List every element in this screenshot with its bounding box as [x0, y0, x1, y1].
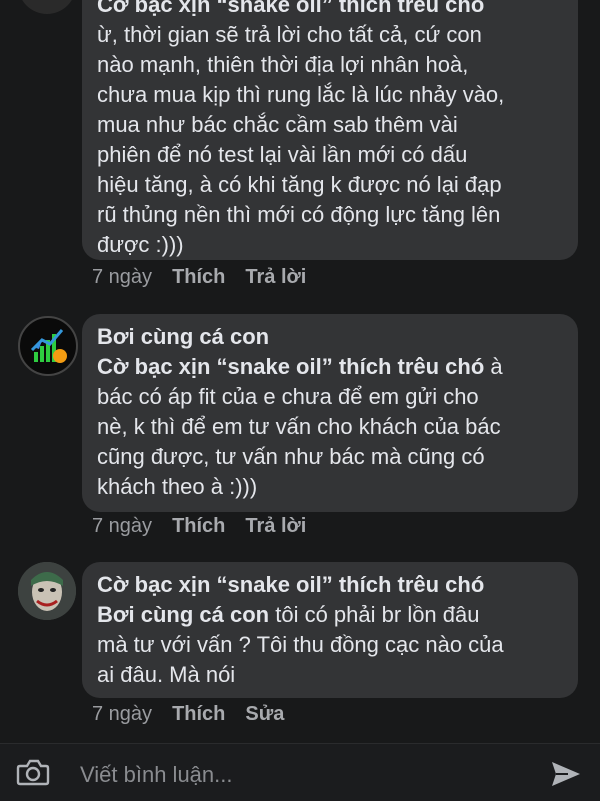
- comment-input[interactable]: Viết bình luận...: [80, 762, 233, 788]
- reply-button[interactable]: Trả lời: [245, 515, 306, 538]
- like-button[interactable]: Thích: [172, 266, 225, 289]
- comment-author[interactable]: Bơi cùng cá con: [97, 322, 564, 352]
- comment-meta-2: 7 ngày Thích Trả lời: [92, 515, 306, 538]
- comment-meta-1: 7 ngày Thích Trả lời: [92, 266, 306, 289]
- comment-composer: Viết bình luận...: [0, 743, 600, 801]
- comment-time: 7 ngày: [92, 703, 153, 725]
- comment-author[interactable]: Cờ bạc xịn “snake oil” thích trêu chó: [97, 570, 564, 600]
- joker-face-icon: [18, 562, 76, 620]
- like-button[interactable]: Thích: [172, 515, 225, 538]
- reply-button[interactable]: Trả lời: [245, 266, 306, 289]
- mention-link[interactable]: Cờ bạc xịn “snake oil” thích trêu chó: [97, 354, 484, 379]
- avatar-comment-2[interactable]: [18, 316, 78, 376]
- like-button[interactable]: Thích: [172, 703, 225, 726]
- comment-time: 7 ngày: [92, 266, 153, 288]
- edit-button[interactable]: Sửa: [245, 703, 284, 726]
- comment-author[interactable]: Cờ bạc xịn “snake oil” thích trêu chó: [97, 0, 564, 20]
- send-icon[interactable]: [550, 760, 582, 793]
- comment-text: ừ, thời gian sẽ trả lời cho tất cả, cứ c…: [97, 22, 505, 257]
- mention-link[interactable]: Bơi cùng cá con: [97, 602, 269, 627]
- camera-icon[interactable]: [16, 758, 50, 791]
- comment-meta-3: 7 ngày Thích Sửa: [92, 703, 284, 726]
- avatar-comment-1[interactable]: [18, 0, 76, 14]
- comment-bubble-3: Cờ bạc xịn “snake oil” thích trêu chó Bơ…: [82, 562, 578, 698]
- avatar-comment-3[interactable]: [18, 562, 76, 620]
- comment-text: Bơi cùng cá con tôi có phải br lồn đâu m…: [97, 602, 504, 687]
- comment-time: 7 ngày: [92, 515, 153, 537]
- stock-chart-logo-icon: [30, 329, 67, 363]
- comment-text: Cờ bạc xịn “snake oil” thích trêu chó à …: [97, 354, 503, 499]
- comment-bubble-1: Cờ bạc xịn “snake oil” thích trêu chó ừ,…: [82, 0, 578, 260]
- comment-bubble-2: Bơi cùng cá con Cờ bạc xịn “snake oil” t…: [82, 314, 578, 512]
